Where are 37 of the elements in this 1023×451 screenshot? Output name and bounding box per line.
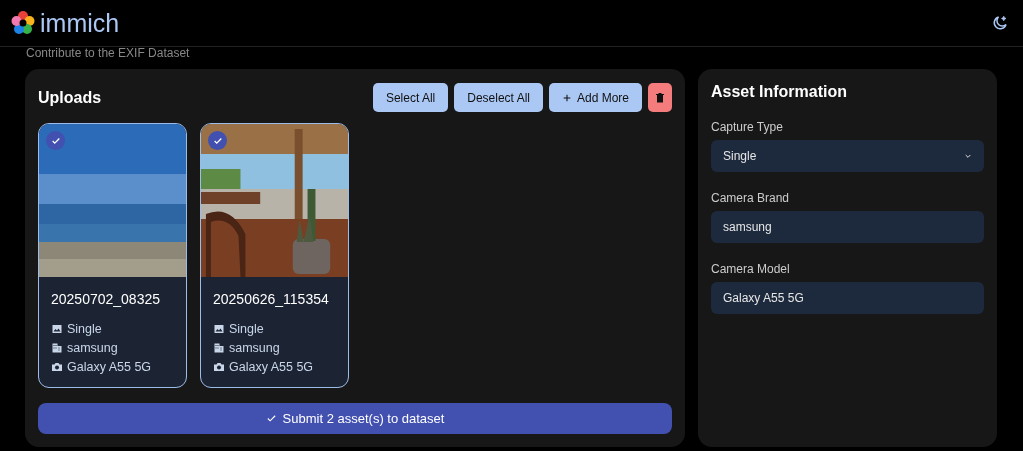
submit-button[interactable]: Submit 2 asset(s) to dataset (38, 403, 672, 434)
camera-icon (51, 360, 63, 373)
capture-type-text: Single (229, 321, 264, 336)
theme-toggle-icon[interactable] (991, 14, 1009, 32)
add-more-button[interactable]: Add More (548, 83, 642, 112)
panel-title: Uploads (38, 88, 102, 107)
logo-icon (10, 10, 36, 36)
capture-type-text: Single (67, 321, 102, 336)
field-label: Camera Model (711, 262, 791, 276)
chevron-down-icon (964, 152, 972, 160)
trash-icon (654, 90, 666, 105)
asset-card[interactable]: 20250626_115354 Single samsung Galaxy A55 5G (200, 123, 349, 388)
camera-icon (213, 360, 225, 373)
building-icon (213, 341, 225, 354)
plus-icon (561, 92, 572, 103)
field-label: Camera Brand (711, 191, 791, 205)
delete-button[interactable] (648, 83, 672, 112)
logo-text: immich (40, 8, 120, 38)
capture-type-select[interactable]: Single (711, 140, 984, 172)
image-icon (51, 322, 63, 335)
brand-text: samsung (67, 340, 118, 355)
check-icon (265, 413, 277, 424)
model-text: Galaxy A55 5G (229, 359, 314, 374)
select-all-button[interactable]: Select All (372, 83, 449, 112)
file-name: 20250702_08325 (51, 291, 161, 307)
image-icon (213, 322, 225, 335)
input-field[interactable]: samsung (711, 211, 984, 243)
input-field[interactable]: Galaxy A55 5G (711, 282, 984, 314)
file-name: 20250626_115354 (213, 291, 330, 307)
panel-title: Asset Information (711, 83, 848, 101)
asset-card[interactable]: 20250702_08325 Single samsung Galaxy A55 5G (38, 123, 187, 388)
model-text: Galaxy A55 5G (67, 359, 152, 374)
page-subtitle: Contribute to the EXIF Dataset (25, 47, 191, 62)
deselect-all-button[interactable]: Deselect All (454, 83, 543, 112)
brand-text: samsung (229, 340, 280, 355)
field-label: Capture Type (711, 120, 784, 134)
building-icon (51, 341, 63, 354)
